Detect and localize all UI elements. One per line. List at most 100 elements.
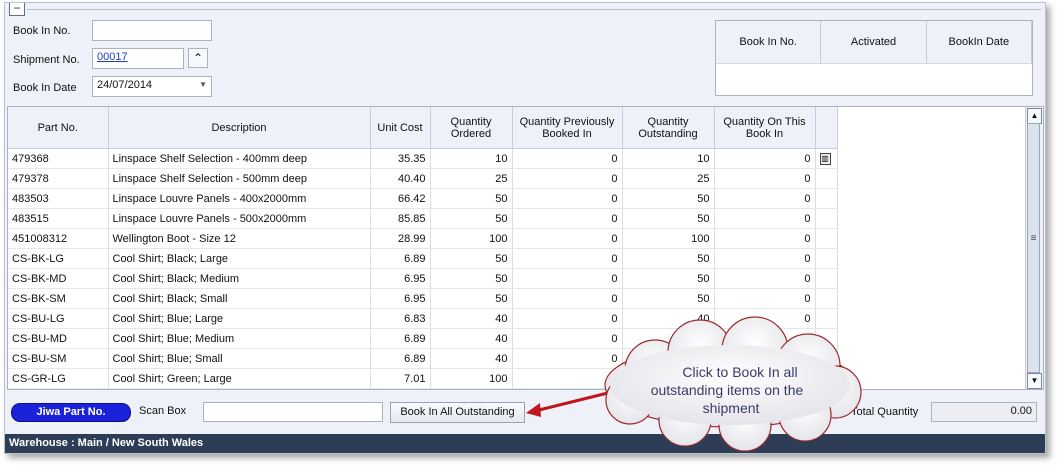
book-in-no-field[interactable] (92, 20, 212, 41)
quantity-outstanding-cell: 40 (622, 308, 715, 329)
description-cell: Cool Shirt; Black; Medium (108, 268, 371, 289)
quantity-previously-booked-in-cell: 0 (512, 148, 623, 169)
table-row[interactable]: CS-BU-SM Cool Shirt; Blue; Small 6.89 40 0 (8, 348, 838, 369)
description-cell: Linspace Louvre Panels - 500x2000mm (108, 208, 371, 229)
quantity-ordered-cell: 40 (430, 348, 513, 369)
quantity-outstanding-cell: 50 (622, 268, 715, 289)
column-header-book-in-no[interactable]: Book In No. (716, 21, 822, 63)
unit-cost-cell: 6.95 (370, 288, 431, 309)
part-no-cell: CS-BK-SM (8, 288, 109, 309)
column-header-activated[interactable]: Activated (821, 21, 927, 63)
book-in-date-picker[interactable]: 24/07/2014 ▼ (92, 76, 212, 97)
shipment-no-field[interactable]: 00017 (92, 48, 184, 69)
table-row[interactable]: CS-BK-SM Cool Shirt; Black; Small 6.95 50 0 5… (8, 288, 838, 309)
quantity-ordered-cell: 100 (430, 368, 513, 389)
table-row[interactable]: 483503 Linspace Louvre Panels - 400x2000m… (8, 188, 838, 209)
unit-cost-cell: 35.35 (370, 148, 431, 169)
delete-cell (815, 368, 838, 389)
description-cell: Cool Shirt; Blue; Small (108, 348, 371, 369)
warehouse-status-bar: Warehouse : Main / New South Wales (5, 434, 1045, 453)
quantity-on-this-book-in-cell[interactable]: 0 (714, 268, 816, 289)
quantity-on-this-book-in-cell[interactable]: 0 (714, 288, 816, 309)
description-cell: Cool Shirt; Blue; Medium (108, 328, 371, 349)
vertical-scrollbar[interactable]: ▲ ≡ ▼ (1025, 107, 1043, 389)
trash-icon[interactable]: ▥ (819, 153, 831, 165)
total-quantity-field: 0.00 (931, 402, 1037, 422)
quantity-on-this-book-in-cell[interactable]: 0 (714, 248, 816, 269)
quantity-on-this-book-in-cell[interactable]: 0 (714, 328, 816, 349)
column-header-quantity-previously-booked-in[interactable]: Quantity Previously Booked In (512, 107, 623, 149)
delete-cell (815, 308, 838, 329)
book-in-date-label: Book In Date (13, 82, 77, 94)
table-row[interactable]: CS-BK-MD Cool Shirt; Black; Medium 6.95 50 0… (8, 268, 838, 289)
column-header-description[interactable]: Description (108, 107, 371, 149)
book-in-all-outstanding-button[interactable]: Book In All Outstanding (390, 402, 525, 423)
column-header-unit-cost[interactable]: Unit Cost (370, 107, 431, 149)
unit-cost-cell: 6.89 (370, 248, 431, 269)
quantity-ordered-cell: 25 (430, 168, 513, 189)
column-header-quantity-outstanding[interactable]: Quantity Outstanding (622, 107, 715, 149)
table-row[interactable]: CS-BU-LG Cool Shirt; Blue; Large 6.83 40 0 40… (8, 308, 838, 329)
delete-cell (815, 168, 838, 189)
unit-cost-cell: 40.40 (370, 168, 431, 189)
book-in-date-value: 24/07/2014 (97, 79, 153, 91)
description-cell: Cool Shirt; Green; Large (108, 368, 371, 389)
table-row[interactable]: 479368 Linspace Shelf Selection - 400mm d… (8, 148, 838, 169)
unit-cost-cell: 6.89 (370, 328, 431, 349)
chevron-up-icon: ⌃ (192, 51, 204, 65)
jiwa-part-no-button[interactable]: Jiwa Part No. (11, 403, 131, 422)
quantity-on-this-book-in-cell[interactable]: 0 (714, 148, 816, 169)
table-row[interactable]: CS-BU-MD Cool Shirt; Blue; Medium 6.89 40 0 4… (8, 328, 838, 349)
delete-cell (815, 268, 838, 289)
part-no-cell: 479378 (8, 168, 109, 189)
delete-cell (815, 328, 838, 349)
quantity-ordered-cell: 50 (430, 288, 513, 309)
table-row[interactable]: CS-BK-LG Cool Shirt; Black; Large 6.89 50 0 5… (8, 248, 838, 269)
total-quantity-label: Total Quantity (851, 406, 919, 418)
scroll-down-icon[interactable]: ▼ (1027, 373, 1042, 389)
shipment-lookup-button[interactable]: ⌃ (188, 48, 208, 68)
column-header-bookin-date[interactable]: BookIn Date (927, 21, 1032, 63)
part-no-cell: CS-BK-MD (8, 268, 109, 289)
book-in-window: − Book In No. Shipment No. 00017 ⌃ Book … (4, 2, 1046, 454)
delete-cell (815, 288, 838, 309)
quantity-ordered-cell: 50 (430, 268, 513, 289)
collapse-panel-button[interactable]: − (9, 3, 25, 16)
delete-cell: ▥ (815, 148, 838, 169)
description-cell: Linspace Shelf Selection - 400mm deep (108, 148, 371, 169)
scan-box-input[interactable] (203, 402, 383, 422)
quantity-previously-booked-in-cell: 0 (512, 328, 623, 349)
table-row[interactable]: 451008312 Wellington Boot - Size 12 28.99 1… (8, 228, 838, 249)
quantity-previously-booked-in-cell: 0 (512, 288, 623, 309)
part-no-cell: CS-BU-MD (8, 328, 109, 349)
part-no-cell: 479368 (8, 148, 109, 169)
table-row[interactable]: CS-GR-LG Cool Shirt; Green; Large 7.01 100 (8, 368, 838, 389)
quantity-ordered-cell: 50 (430, 248, 513, 269)
table-row[interactable]: 483515 Linspace Louvre Panels - 500x2000m… (8, 208, 838, 229)
quantity-previously-booked-in-cell: 0 (512, 348, 623, 369)
quantity-ordered-cell: 50 (430, 208, 513, 229)
shipment-no-link[interactable]: 00017 (97, 51, 128, 63)
part-no-cell: 483503 (8, 188, 109, 209)
column-header-quantity-on-this-book-in[interactable]: Quantity On This Book In (714, 107, 816, 149)
part-no-cell: 451008312 (8, 228, 109, 249)
quantity-ordered-cell: 100 (430, 228, 513, 249)
quantity-on-this-book-in-cell[interactable]: 0 (714, 168, 816, 189)
quantity-on-this-book-in-cell[interactable] (714, 368, 816, 389)
quantity-on-this-book-in-cell[interactable]: 0 (714, 208, 816, 229)
unit-cost-cell: 28.99 (370, 228, 431, 249)
table-row[interactable]: 479378 Linspace Shelf Selection - 500mm d… (8, 168, 838, 189)
quantity-previously-booked-in-cell: 0 (512, 228, 623, 249)
quantity-outstanding-cell: 25 (622, 168, 715, 189)
quantity-on-this-book-in-cell[interactable]: 0 (714, 188, 816, 209)
column-header-part-no[interactable]: Part No. (8, 107, 109, 149)
quantity-on-this-book-in-cell[interactable]: 0 (714, 308, 816, 329)
quantity-on-this-book-in-cell[interactable]: 0 (714, 228, 816, 249)
quantity-ordered-cell: 50 (430, 188, 513, 209)
book-in-no-label: Book In No. (13, 25, 71, 37)
scrollbar-thumb[interactable]: ≡ (1027, 123, 1040, 373)
quantity-previously-booked-in-cell: 0 (512, 268, 623, 289)
column-header-quantity-ordered[interactable]: Quantity Ordered (430, 107, 513, 149)
scroll-up-icon[interactable]: ▲ (1027, 108, 1042, 124)
quantity-on-this-book-in-cell[interactable] (714, 348, 816, 369)
